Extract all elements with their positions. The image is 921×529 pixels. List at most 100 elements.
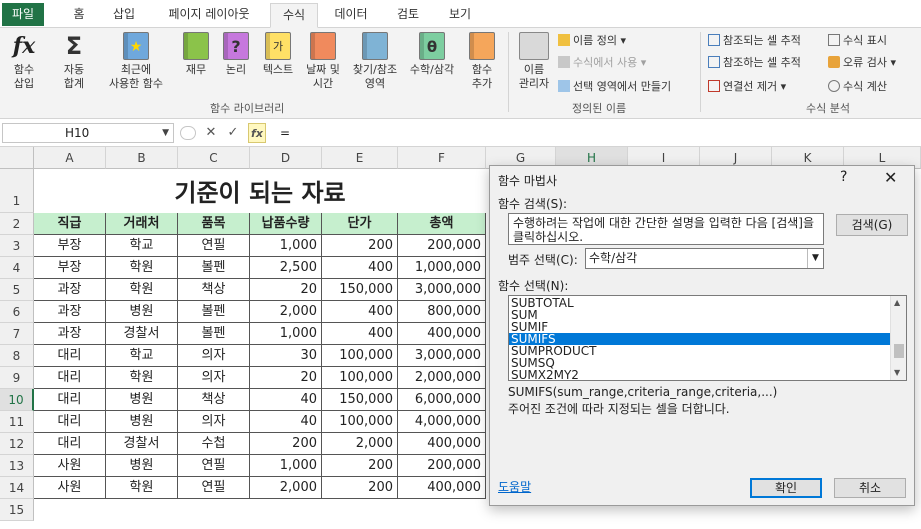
table-cell[interactable]: 30 xyxy=(250,345,322,367)
table-cell[interactable]: 2,000 xyxy=(322,433,398,455)
tab-data[interactable]: 데이터 xyxy=(326,3,376,28)
table-cell[interactable]: 학교 xyxy=(106,235,178,257)
search-input[interactable]: 수행하려는 작업에 대한 간단한 설명을 입력한 다음 [검색]을 클릭하십시오… xyxy=(508,213,824,245)
table-cell[interactable]: 책상 xyxy=(178,389,250,411)
table-cell[interactable]: 1,000 xyxy=(250,323,322,345)
col-header[interactable]: A xyxy=(34,147,106,169)
table-cell[interactable]: 볼펜 xyxy=(178,257,250,279)
help-icon[interactable]: ? xyxy=(840,169,847,185)
table-cell[interactable]: 200 xyxy=(250,433,322,455)
table-cell[interactable]: 대리 xyxy=(34,433,106,455)
cancel-button[interactable]: 취소 xyxy=(834,478,906,498)
function-list[interactable]: SUBTOTAL SUM SUMIF SUMIFS SUMPRODUCT SUM… xyxy=(508,295,907,381)
table-cell[interactable]: 사원 xyxy=(34,455,106,477)
table-cell[interactable]: 2,000 xyxy=(250,301,322,323)
use-in-formula-button[interactable]: 수식에서 사용 ▾ xyxy=(558,56,646,70)
tab-review[interactable]: 검토 xyxy=(388,3,428,28)
table-cell[interactable]: 대리 xyxy=(34,367,106,389)
table-cell[interactable]: 대리 xyxy=(34,345,106,367)
name-manager-button[interactable]: 이름 관리자 xyxy=(512,32,556,91)
table-cell[interactable]: 학교 xyxy=(106,345,178,367)
row-header[interactable]: 1 xyxy=(0,169,34,213)
table-cell[interactable]: 볼펜 xyxy=(178,323,250,345)
create-from-selection-button[interactable]: 선택 영역에서 만들기 xyxy=(558,80,671,94)
table-cell[interactable]: 100,000 xyxy=(322,411,398,433)
table-cell[interactable]: 학원 xyxy=(106,477,178,499)
select-all-corner[interactable] xyxy=(0,147,34,169)
list-item[interactable]: SUMPRODUCT xyxy=(509,345,890,357)
more-functions-button[interactable]: 함수 추가 xyxy=(460,32,504,91)
table-cell[interactable]: 경찰서 xyxy=(106,323,178,345)
table-cell[interactable]: 병원 xyxy=(106,411,178,433)
table-cell[interactable]: 800,000 xyxy=(398,301,486,323)
table-cell[interactable]: 과장 xyxy=(34,279,106,301)
table-header-cell[interactable]: 단가 xyxy=(322,213,398,235)
table-cell[interactable]: 학원 xyxy=(106,257,178,279)
col-header[interactable]: C xyxy=(178,147,250,169)
tab-page-layout[interactable]: 페이지 레이아웃 xyxy=(156,3,262,28)
table-cell[interactable]: 병원 xyxy=(106,301,178,323)
logical-button[interactable]: ? 논리 xyxy=(218,32,254,77)
search-button[interactable]: 검색(G) xyxy=(836,214,908,236)
remove-arrows-button[interactable]: 연결선 제거 ▾ xyxy=(708,80,786,94)
row-header[interactable]: 7 xyxy=(0,323,34,345)
table-cell[interactable]: 40 xyxy=(250,389,322,411)
table-cell[interactable]: 200 xyxy=(322,455,398,477)
table-cell[interactable]: 과장 xyxy=(34,323,106,345)
table-cell[interactable]: 400,000 xyxy=(398,477,486,499)
table-cell[interactable]: 1,000 xyxy=(250,455,322,477)
table-cell[interactable]: 400 xyxy=(322,301,398,323)
table-cell[interactable]: 150,000 xyxy=(322,279,398,301)
datetime-button[interactable]: 날짜 및 시간 xyxy=(300,32,346,91)
table-cell[interactable]: 40 xyxy=(250,411,322,433)
table-cell[interactable]: 1,000 xyxy=(250,235,322,257)
tab-home[interactable]: 홈 xyxy=(62,3,96,28)
tab-view[interactable]: 보기 xyxy=(440,3,480,28)
list-item[interactable]: SUM xyxy=(509,309,890,321)
row-header[interactable]: 5 xyxy=(0,279,34,301)
table-cell[interactable]: 400 xyxy=(322,323,398,345)
tab-formulas[interactable]: 수식 xyxy=(270,3,318,28)
table-header-cell[interactable]: 거래처 xyxy=(106,213,178,235)
text-button[interactable]: 가 텍스트 xyxy=(256,32,300,77)
table-header-cell[interactable]: 총액 xyxy=(398,213,486,235)
trace-precedents-button[interactable]: 참조되는 셀 추적 xyxy=(708,34,801,48)
row-header[interactable]: 15 xyxy=(0,499,34,521)
table-cell[interactable]: 150,000 xyxy=(322,389,398,411)
table-cell[interactable]: 연필 xyxy=(178,455,250,477)
table-cell[interactable]: 2,500 xyxy=(250,257,322,279)
table-header-cell[interactable]: 품목 xyxy=(178,213,250,235)
financial-button[interactable]: 재무 xyxy=(178,32,214,77)
col-header[interactable]: D xyxy=(250,147,322,169)
table-cell[interactable]: 200,000 xyxy=(398,235,486,257)
table-header-cell[interactable]: 직급 xyxy=(34,213,106,235)
table-cell[interactable]: 부장 xyxy=(34,235,106,257)
table-cell[interactable]: 3,000,000 xyxy=(398,279,486,301)
table-cell[interactable]: 경찰서 xyxy=(106,433,178,455)
table-cell[interactable]: 의자 xyxy=(178,345,250,367)
help-link[interactable]: 도움말 xyxy=(498,478,531,495)
col-header[interactable]: E xyxy=(322,147,398,169)
scroll-up-icon[interactable]: ▲ xyxy=(894,298,900,307)
lookup-button[interactable]: 찾기/참조 영역 xyxy=(346,32,404,91)
row-header[interactable]: 4 xyxy=(0,257,34,279)
math-trig-button[interactable]: θ 수학/삼각 xyxy=(404,32,460,77)
list-item[interactable]: SUBTOTAL xyxy=(509,297,890,309)
table-cell[interactable]: 연필 xyxy=(178,477,250,499)
table-cell[interactable]: 의자 xyxy=(178,411,250,433)
table-cell[interactable]: 2,000 xyxy=(250,477,322,499)
table-cell[interactable]: 학원 xyxy=(106,367,178,389)
table-cell[interactable]: 볼펜 xyxy=(178,301,250,323)
recent-functions-button[interactable]: ★ 최근에 사용한 함수 xyxy=(98,32,174,91)
table-cell[interactable]: 3,000,000 xyxy=(398,345,486,367)
show-formulas-button[interactable]: 수식 표시 xyxy=(828,34,887,48)
table-cell[interactable]: 과장 xyxy=(34,301,106,323)
table-cell[interactable]: 연필 xyxy=(178,235,250,257)
ok-button[interactable]: 확인 xyxy=(750,478,822,498)
tab-insert[interactable]: 삽입 xyxy=(104,3,144,28)
table-cell[interactable]: 1,000,000 xyxy=(398,257,486,279)
fx-icon[interactable]: fx xyxy=(248,123,266,143)
scrollbar[interactable]: ▲ ▼ xyxy=(890,296,906,380)
insert-function-button[interactable]: fx 함수 삽입 xyxy=(6,32,42,91)
row-header[interactable]: 12 xyxy=(0,433,34,455)
